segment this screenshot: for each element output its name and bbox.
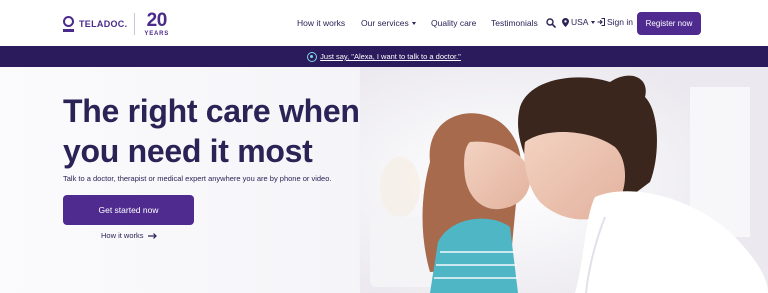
search-icon[interactable] (546, 18, 556, 28)
sign-in-label: Sign in (607, 17, 633, 27)
hero-section: The right care when you need it most Tal… (0, 67, 768, 293)
chevron-down-icon (591, 20, 596, 24)
arrow-right-icon (147, 232, 157, 239)
sign-in-link[interactable]: Sign in (597, 17, 633, 27)
how-it-works-label: How it works (101, 231, 144, 240)
hero-photo-mother-daughter (360, 67, 768, 293)
get-started-button[interactable]: Get started now (63, 195, 194, 225)
teladoc-logo[interactable]: TELADOC. 20 YEARS (63, 11, 169, 37)
how-it-works-link[interactable]: How it works (101, 231, 157, 240)
nav-how-it-works[interactable]: How it works (297, 18, 345, 28)
site-header: TELADOC. 20 YEARS How it works Our servi… (0, 0, 768, 46)
alexa-icon (307, 51, 318, 62)
anniversary-number: 20 (146, 10, 168, 31)
sign-in-icon (597, 18, 605, 26)
nav-testimonials[interactable]: Testimonials (491, 18, 538, 28)
logo-wordmark: TELADOC. (79, 19, 128, 29)
nav-quality-care[interactable]: Quality care (431, 18, 476, 28)
register-now-button[interactable]: Register now (637, 12, 701, 35)
hero-subtext: Talk to a doctor, therapist or medical e… (63, 174, 332, 183)
location-pin-icon (562, 17, 569, 27)
alexa-banner-link[interactable]: Just say, "Alexa, I want to talk to a do… (320, 52, 461, 61)
nav-our-services[interactable]: Our services (361, 18, 416, 28)
country-label: USA (571, 17, 589, 27)
anniversary-badge: 20 YEARS (144, 11, 169, 37)
teladoc-logo-icon (63, 15, 75, 33)
anniversary-label: YEARS (144, 31, 170, 37)
hero-headline: The right care when you need it most (63, 93, 360, 169)
logo-divider (134, 13, 136, 35)
alexa-banner: Just say, "Alexa, I want to talk to a do… (0, 46, 768, 67)
country-selector[interactable]: USA (562, 17, 596, 27)
chevron-down-icon (411, 22, 416, 25)
